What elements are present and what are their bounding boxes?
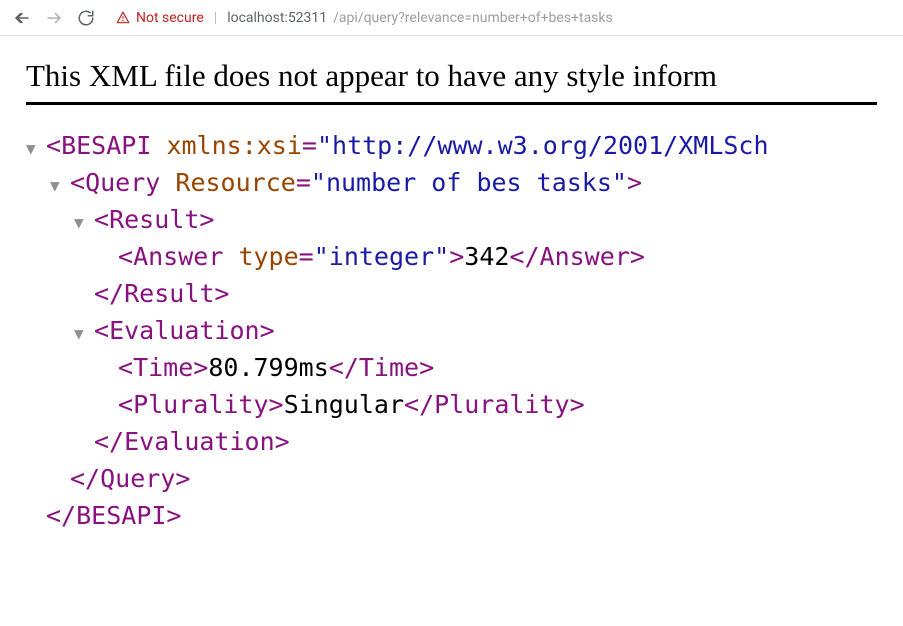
twisty-icon[interactable]: ▼ — [26, 137, 46, 161]
xml-query-open: ▼ <Query Resource="number of bes tasks"> — [26, 164, 877, 201]
xml-root-close: </BESAPI> — [26, 497, 877, 534]
page-content: This XML file does not appear to have an… — [0, 36, 903, 556]
browser-toolbar: Not secure | localhost:52311/api/query?r… — [0, 0, 903, 36]
xml-eval-open: ▼ <Evaluation> — [26, 312, 877, 349]
xml-time: <Time>80.799ms</Time> — [26, 349, 877, 386]
arrow-right-icon — [45, 9, 63, 27]
time-value: 80.799ms — [208, 353, 328, 382]
back-button[interactable] — [8, 4, 36, 32]
url-separator: | — [214, 10, 217, 26]
xml-answer: <Answer type="integer">342</Answer> — [26, 238, 877, 275]
twisty-icon[interactable]: ▼ — [74, 211, 94, 235]
reload-button[interactable] — [72, 4, 100, 32]
arrow-left-icon — [13, 9, 31, 27]
xml-result-close: </Result> — [26, 275, 877, 312]
twisty-icon[interactable]: ▼ — [74, 322, 94, 346]
reload-icon — [77, 9, 95, 27]
xml-eval-close: </Evaluation> — [26, 423, 877, 460]
forward-button[interactable] — [40, 4, 68, 32]
answer-value: 342 — [464, 242, 509, 271]
address-bar[interactable]: Not secure | localhost:52311/api/query?r… — [116, 10, 895, 26]
xml-query-close: </Query> — [26, 460, 877, 497]
not-secure-label: Not secure — [136, 10, 204, 26]
twisty-icon[interactable]: ▼ — [50, 174, 70, 198]
xml-tree: ▼ <BESAPI xmlns:xsi="http://www.w3.org/2… — [26, 127, 877, 534]
xml-result-open: ▼ <Result> — [26, 201, 877, 238]
url-path: /api/query?relevance=number+of+bes+tasks — [333, 10, 613, 26]
warning-icon — [116, 11, 130, 25]
xml-root-open: ▼ <BESAPI xmlns:xsi="http://www.w3.org/2… — [26, 127, 877, 164]
plurality-value: Singular — [284, 390, 404, 419]
xml-plurality: <Plurality>Singular</Plurality> — [26, 386, 877, 423]
xml-banner: This XML file does not appear to have an… — [26, 58, 877, 105]
url-host: localhost:52311 — [227, 10, 327, 26]
